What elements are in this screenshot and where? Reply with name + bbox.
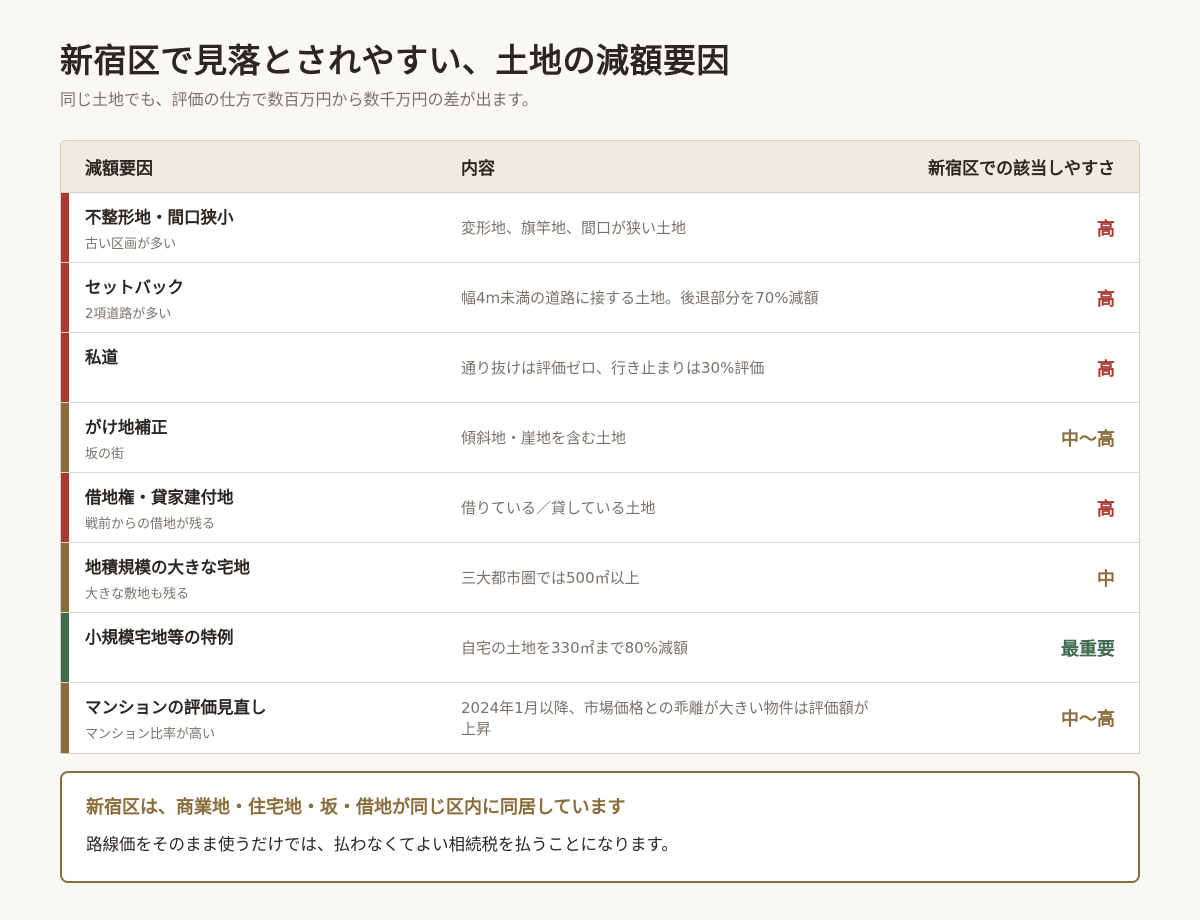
- likelihood-cell: 最重要: [1061, 638, 1115, 660]
- description-cell: 自宅の土地を330㎡まで80%減額: [461, 639, 688, 657]
- table-row: 私道通り抜けは評価ゼロ、行き止まりは30%評価 高: [61, 333, 1139, 403]
- category-color-bar: [61, 403, 69, 472]
- table-row: セットバック 2項道路が多い 幅4m未満の道路に接する土地。後退部分を70%減額 高: [61, 263, 1139, 333]
- reduction-factors-table: 減額要因 内容 新宿区での該当しやすさ 不整形地・間口狭小 古い区画が多い 変形地、…: [60, 140, 1140, 754]
- likelihood-cell: 高: [1097, 358, 1115, 380]
- factor-name: セットバック: [85, 278, 184, 297]
- likelihood-cell: 高: [1097, 498, 1115, 520]
- factor-cell: マンションの評価見直しマンション比率が高い: [69, 683, 461, 753]
- factor-cell: 小規模宅地等の特例: [69, 613, 461, 682]
- description-cell: 変形地、旗竿地、間口が狭い土地: [461, 219, 687, 237]
- category-color-bar: [61, 193, 69, 262]
- callout-body: 路線価をそのまま使うだけでは、払わなくてよい相続税を払うことになります。: [86, 835, 678, 854]
- table-row: 不整形地・間口狭小 古い区画が多い 変形地、旗竿地、間口が狭い土地高: [61, 193, 1139, 263]
- description-cell: 三大都市圏では500㎡以上: [461, 569, 640, 587]
- description-cell: 通り抜けは評価ゼロ、行き止まりは30%評価: [461, 359, 765, 377]
- factor-note: 大きな敷地も残る: [85, 587, 190, 602]
- description-cell: 幅4m未満の道路に接する土地。後退部分を70%減額: [461, 289, 819, 307]
- description-cell: 借りている／貸している土地: [461, 499, 656, 517]
- factor-name: マンションの評価見直し: [85, 698, 267, 717]
- table-row: 地積規模の大きな宅地 大きな敷地も残る 三大都市圏では500㎡以上中: [61, 543, 1139, 613]
- factor-name: 地積規模の大きな宅地: [85, 558, 250, 577]
- table-row: 小規模宅地等の特例自宅の土地を330㎡まで80%減額 最重要: [61, 613, 1139, 683]
- table-body: 不整形地・間口狭小 古い区画が多い 変形地、旗竿地、間口が狭い土地高セットバック 2項…: [61, 193, 1139, 753]
- page-title: 新宿区で見落とされやすい、土地の減額要因: [60, 41, 730, 80]
- factor-cell: がけ地補正 坂の街: [69, 403, 461, 472]
- factor-note: 戦前からの借地が残る: [85, 517, 216, 532]
- factor-cell: 不整形地・間口狭小古い区画が多い: [69, 193, 461, 262]
- likelihood-cell: 中〜高: [1061, 709, 1115, 730]
- table-row: がけ地補正 坂の街 傾斜地・崖地を含む土地 中〜高: [61, 403, 1139, 473]
- likelihood-cell: 高: [1097, 218, 1115, 240]
- factor-note: マンション比率が高い: [85, 727, 216, 742]
- category-color-bar: [61, 613, 69, 682]
- description-cell: 傾斜地・崖地を含む土地: [461, 429, 627, 447]
- callout-title: 新宿区は、商業地・住宅地・坂・借地が同じ区内に同居しています: [86, 797, 626, 818]
- factor-name: 小規模宅地等の特例: [85, 628, 234, 647]
- category-color-bar: [61, 543, 69, 612]
- likelihood-cell: 中〜高: [1061, 428, 1115, 450]
- factor-cell: 借地権・貸家建付地戦前からの借地が残る: [69, 473, 461, 542]
- likelihood-cell: 中: [1097, 568, 1115, 590]
- factor-note: 2項道路が多い: [85, 307, 172, 322]
- category-color-bar: [61, 473, 69, 542]
- summary-callout: 新宿区は、商業地・住宅地・坂・借地が同じ区内に同居しています 路線価をそのまま使…: [60, 771, 1140, 883]
- likelihood-cell: 高: [1097, 288, 1115, 310]
- factor-name: がけ地補正: [85, 418, 168, 437]
- description-cell: 2024年1月以降、市場価格との乖離が大きい物件は評価額が上昇: [461, 699, 869, 738]
- column-header-factor: 減額要因: [85, 159, 153, 179]
- table-row: 借地権・貸家建付地 戦前からの借地が残る 借りている／貸している土地高: [61, 473, 1139, 543]
- category-color-bar: [61, 333, 69, 402]
- factor-cell: セットバック 2項道路が多い: [69, 263, 461, 332]
- table-row: マンションの評価見直し マンション比率が高い 2024年1月以降、市場価格との乖離が…: [61, 683, 1139, 753]
- factor-name: 私道: [85, 348, 118, 367]
- column-header-likelihood: 新宿区での該当しやすさ: [928, 159, 1115, 179]
- column-header-description: 内容: [461, 159, 495, 179]
- factor-note: 古い区画が多い: [85, 237, 177, 252]
- category-color-bar: [61, 683, 69, 753]
- page-subtitle: 同じ土地でも、評価の仕方で数百万円から数千万円の差が出ます。: [60, 90, 538, 109]
- factor-name: 不整形地・間口狭小: [85, 208, 234, 227]
- factor-cell: 地積規模の大きな宅地大きな敷地も残る: [69, 543, 461, 612]
- factor-cell: 私道: [69, 333, 461, 402]
- table-header: 減額要因 内容 新宿区での該当しやすさ: [61, 141, 1139, 193]
- factor-note: 坂の街: [85, 447, 125, 462]
- factor-name: 借地権・貸家建付地: [85, 488, 234, 507]
- category-color-bar: [61, 263, 69, 332]
